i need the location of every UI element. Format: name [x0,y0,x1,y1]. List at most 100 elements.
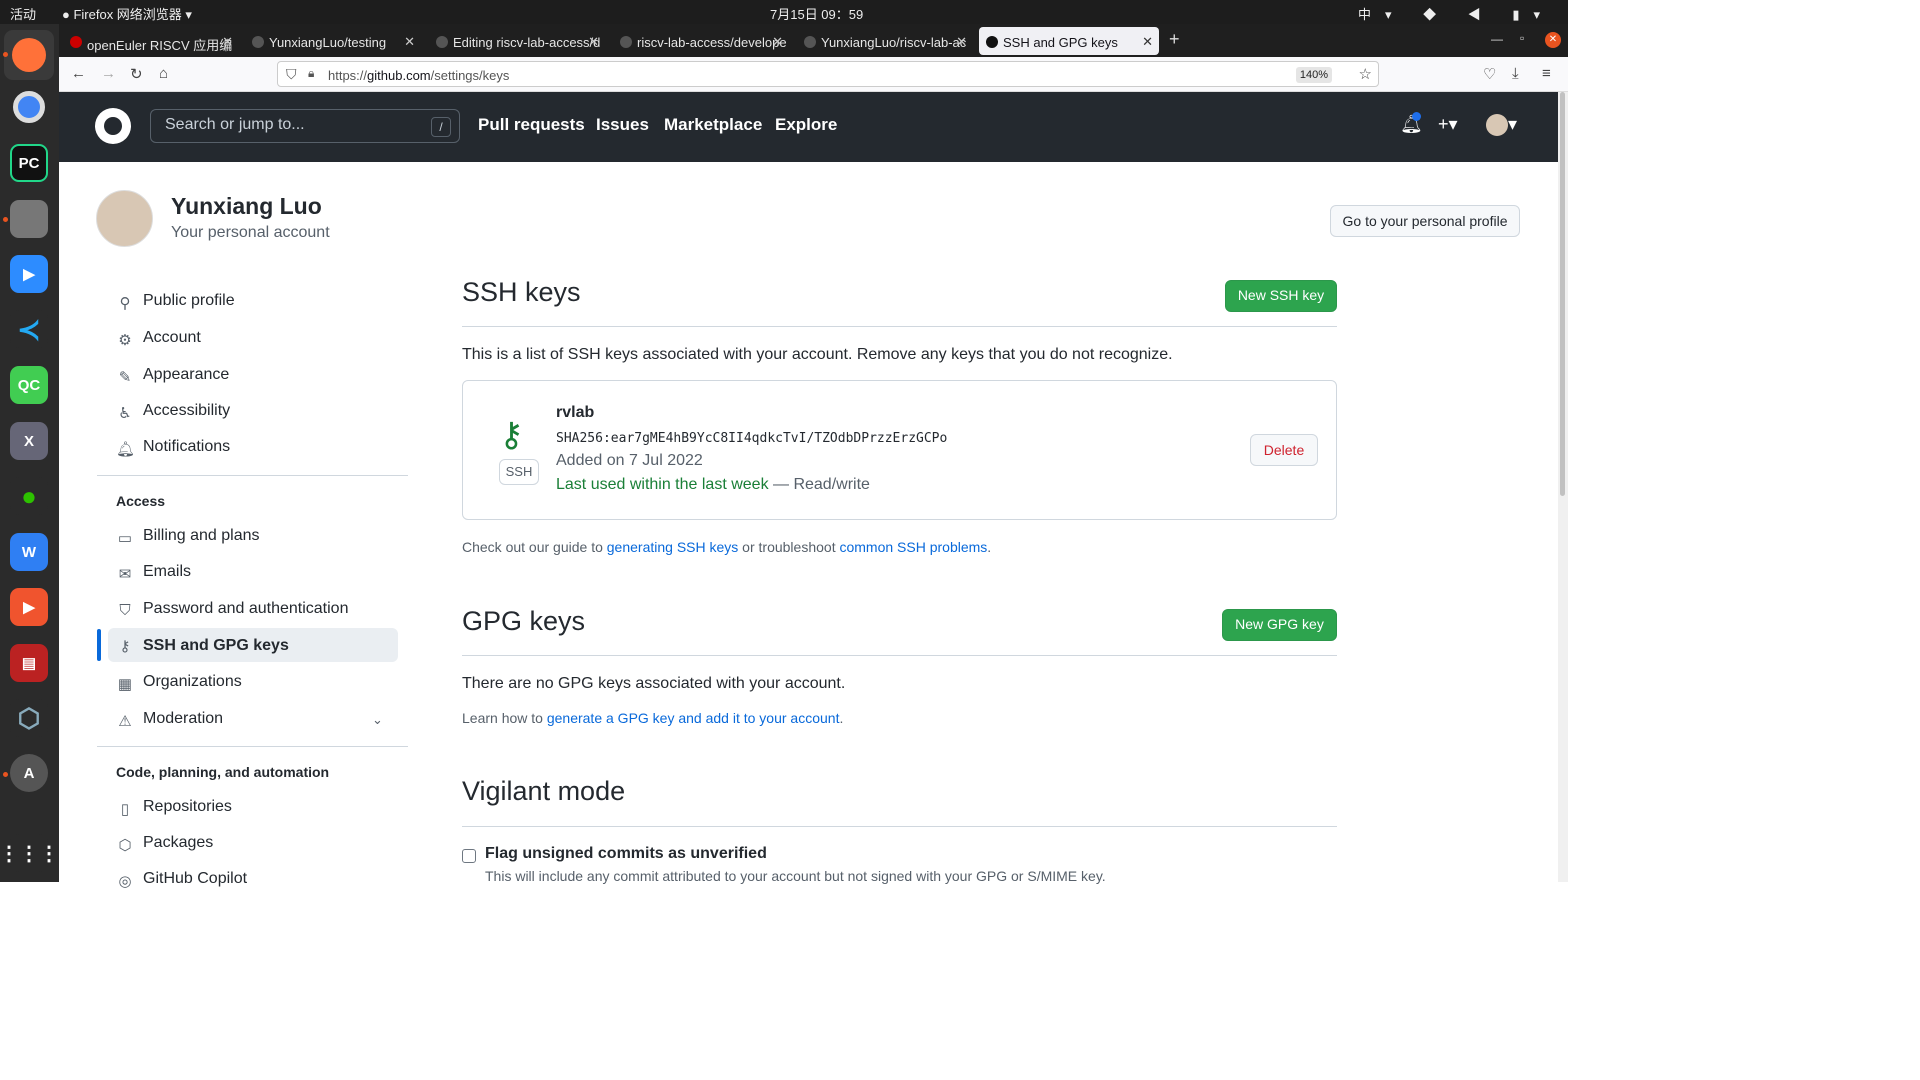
sidebar-item-accessibility[interactable]: ♿︎ Accessibility [116,402,398,436]
nav-issues[interactable]: Issues [596,115,649,135]
nav-marketplace[interactable]: Marketplace [664,115,762,135]
minimize-icon[interactable]: — [1491,32,1503,46]
pycharm-icon[interactable]: PC [10,144,48,182]
sidebar-item-organizations[interactable]: ▦ Organizations [116,673,398,707]
forward-icon[interactable]: → [101,65,116,82]
avatar[interactable] [96,190,153,247]
github-logo-icon[interactable] [95,108,131,144]
close-tab-icon[interactable]: ✕ [222,34,233,50]
virtualbox-icon[interactable]: ⬡ [10,699,48,737]
system-tray[interactable]: 中▾ ◆ ◀ ▮▾ [1358,4,1554,23]
generating-ssh-keys-link[interactable]: generating SSH keys [607,539,739,555]
show-apps-icon[interactable]: ⋮⋮⋮ [0,834,59,872]
bookmark-star-icon[interactable]: ☆ [1359,65,1372,83]
menu-icon[interactable]: ≡ [1542,65,1551,82]
input-method[interactable]: 中 [1358,7,1385,22]
tab-label: YunxiangLuo/riscv-lab-ac [821,35,967,50]
gpg-learn-text: Learn how to generate a GPG key and add … [462,710,843,726]
user-avatar-menu[interactable]: ▾ [1486,114,1517,137]
slides-icon[interactable]: ▶ [10,588,48,626]
tab[interactable]: Editing riscv-lab-access/d ✕ [429,27,605,55]
page-scrollbar[interactable] [1558,92,1568,882]
chevron-down-icon[interactable]: ⌄ [372,712,383,728]
copilot-icon: ◎ [118,873,132,890]
learn-prefix: Learn how to [462,710,547,726]
close-tab-icon[interactable]: ✕ [404,34,415,50]
tab-label: Editing riscv-lab-access/d [453,35,601,50]
ssh-guide-text: Check out our guide to generating SSH ke… [462,539,991,555]
sidebar-item-moderation[interactable]: ⚠ Moderation ⌄ [116,710,398,744]
app-menu[interactable]: ● Firefox 网络浏览器 ▾ [62,4,192,23]
vscode-icon[interactable]: ≺ [10,310,48,348]
shield-icon[interactable]: ⛉ [286,66,297,83]
search-input[interactable]: Search or jump to... / [150,109,460,143]
delete-ssh-key-button[interactable]: Delete [1250,434,1318,466]
zoom-level[interactable]: 140% [1295,67,1332,83]
user-full-name[interactable]: Yunxiang Luo [171,193,322,220]
sidebar-item-ssh-gpg-keys[interactable]: ⚷ SSH and GPG keys [108,628,398,662]
sidebar-item-emails[interactable]: ✉ Emails [116,563,398,597]
close-window-icon[interactable]: ✕ [1545,32,1561,48]
xming-icon[interactable]: X [10,422,48,460]
reload-icon[interactable]: ↻ [130,65,143,83]
sidebar-item-label: Organizations [143,673,242,690]
sidebar-item-appearance[interactable]: ✎ Appearance [116,366,398,400]
close-tab-icon[interactable]: ✕ [588,34,599,50]
sidebar-item-public-profile[interactable]: ⚲ Public profile [116,292,398,326]
generate-gpg-key-link[interactable]: generate a GPG key and add it to your ac… [547,710,840,726]
clock[interactable]: 7月15日 09：59 [770,4,863,23]
new-gpg-key-button[interactable]: New GPG key [1222,609,1337,641]
wps-icon[interactable]: W [10,533,48,571]
new-ssh-key-button[interactable]: New SSH key [1225,280,1337,312]
create-new-plus-icon[interactable]: +▾ [1438,114,1458,135]
url-bar[interactable]: ⛉ 🔒︎ https://github.com/settings/keys 14… [277,61,1379,87]
sidebar-item-label: SSH and GPG keys [143,637,289,654]
chrome-icon[interactable] [10,88,48,126]
firefox-icon[interactable] [4,30,54,80]
pocket-icon[interactable]: ♡ [1483,65,1496,83]
nav-explore[interactable]: Explore [775,115,837,135]
sidebar-item-account[interactable]: ⚙ Account [116,329,398,363]
flag-unsigned-commits-label[interactable]: Flag unsigned commits as unverified [485,845,767,863]
scrollbar-thumb[interactable] [1560,92,1565,496]
common-ssh-problems-link[interactable]: common SSH problems [839,539,987,555]
close-tab-icon[interactable]: ✕ [772,34,783,50]
lock-icon[interactable]: 🔒︎ [308,66,314,81]
sidebar-item-notifications[interactable]: 🔔︎ Notifications [116,438,398,472]
qtcreator-icon[interactable]: QC [10,366,48,404]
notifications-bell-icon[interactable]: 🔔︎ [1400,112,1423,135]
home-icon[interactable]: ⌂ [159,65,168,82]
close-tab-icon[interactable]: ✕ [956,34,967,50]
nav-pull-requests[interactable]: Pull requests [478,115,585,135]
paintbrush-icon: ✎ [118,369,132,386]
flag-unsigned-commits-checkbox[interactable] [462,849,476,863]
key-icon: ⚷ [119,638,131,655]
back-icon[interactable]: ← [71,65,86,82]
new-tab-icon[interactable]: + [1169,29,1180,50]
go-to-profile-button[interactable]: Go to your personal profile [1330,205,1520,237]
software-center-icon[interactable]: A [10,754,48,792]
close-tab-icon[interactable]: ✕ [1142,34,1153,50]
guide-suffix: . [987,539,992,555]
tab-active[interactable]: SSH and GPG keys ✕ [979,27,1159,55]
tab[interactable]: YunxiangLuo/riscv-lab-ac ✕ [797,27,973,55]
tab[interactable]: YunxiangLuo/testing ✕ [245,27,421,55]
account-subtitle: Your personal account [171,224,330,241]
zoom-icon[interactable]: ▶ [10,255,48,293]
downloads-icon[interactable]: ⤓ [1512,65,1519,82]
tab[interactable]: riscv-lab-access/develope ✕ [613,27,789,55]
files-icon[interactable] [10,200,48,238]
sidebar-item-packages[interactable]: ⬡ Packages [116,834,398,868]
sidebar-item-billing[interactable]: ▭ Billing and plans [116,527,398,561]
sidebar-item-repositories[interactable]: ▯ Repositories [116,798,398,832]
activities-button[interactable]: 活动 [10,4,36,23]
sidebar-item-label: Emails [143,563,192,580]
maximize-icon[interactable]: ▫ [1520,31,1524,45]
sidebar-item-label: Repositories [143,798,232,815]
app-icon-red[interactable]: ▤ [10,644,48,682]
tab[interactable]: openEuler RISCV 应用编 ✕ [63,27,239,55]
github-favicon [620,36,632,48]
wechat-icon[interactable]: ● [10,477,48,515]
sidebar-item-copilot[interactable]: ◎ GitHub Copilot [116,870,398,904]
last-used-text: Last used within the last week [556,476,769,493]
